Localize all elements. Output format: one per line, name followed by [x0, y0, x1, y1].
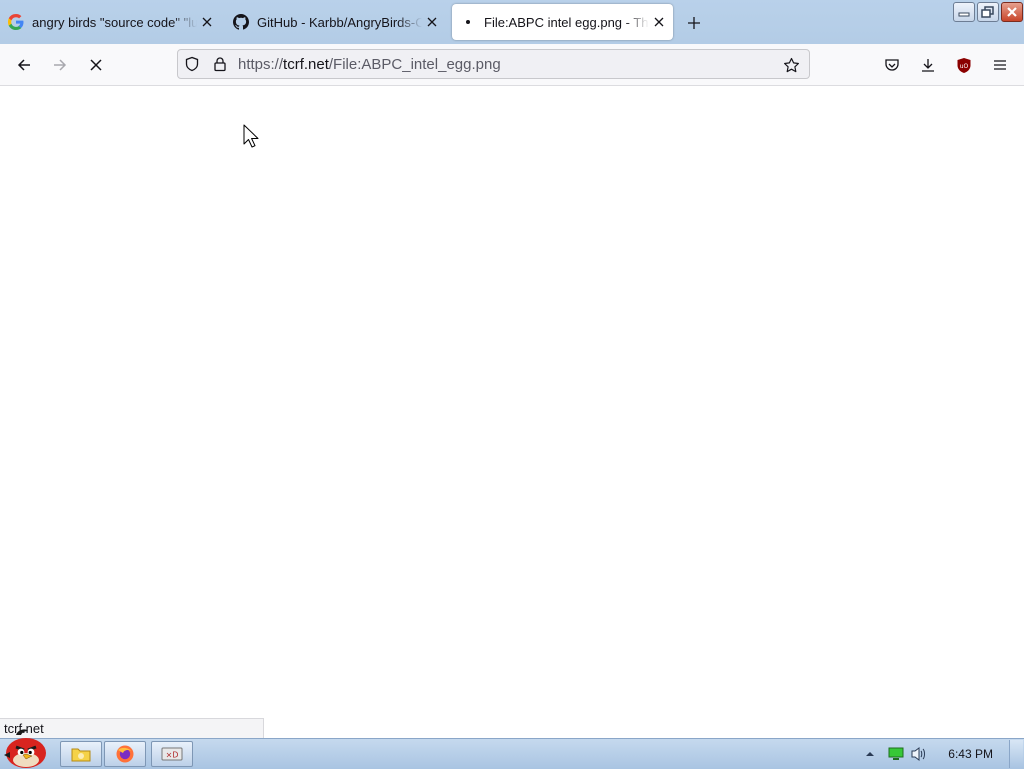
show-hidden-icons-icon[interactable]: [864, 749, 876, 759]
navigation-toolbar: https://tcrf.net/File:ABPC_intel_egg.png…: [0, 44, 1024, 86]
ublock-origin-icon: uO: [957, 57, 971, 73]
show-desktop-button[interactable]: [1009, 740, 1023, 768]
taskbar-explorer-button[interactable]: [60, 741, 102, 767]
plus-icon: [688, 17, 700, 29]
close-window-button[interactable]: [1001, 2, 1023, 22]
firefox-icon: [116, 745, 134, 763]
hamburger-menu-icon: [994, 60, 1006, 70]
forward-arrow-icon: [54, 59, 67, 71]
application-icon: ×D: [161, 747, 183, 761]
download-icon: [922, 59, 934, 72]
minimize-icon: [958, 12, 970, 17]
network-icon[interactable]: [888, 747, 904, 761]
url-path: /File:ABPC_intel_egg.png: [328, 55, 501, 73]
tab-title: GitHub - Karbb/AngryBirds-C: [257, 14, 422, 30]
url-host: tcrf.net: [283, 55, 329, 73]
folder-icon: [71, 748, 91, 762]
minimize-button[interactable]: [953, 2, 975, 22]
volume-icon[interactable]: [910, 746, 928, 762]
mouse-pointer-icon: [243, 124, 259, 148]
url-scheme: https://: [238, 55, 284, 73]
close-icon: [1007, 7, 1017, 17]
window-controls: [953, 2, 1023, 22]
back-arrow-icon: [17, 59, 30, 71]
system-tray: 6:43 PM: [864, 739, 1024, 769]
taskbar-firefox-button[interactable]: [104, 741, 146, 767]
stop-x-icon: [90, 59, 102, 71]
start-button[interactable]: [2, 727, 52, 769]
close-icon[interactable]: [649, 12, 669, 32]
ublock-button[interactable]: uO: [950, 52, 978, 78]
address-bar[interactable]: https://tcrf.net/File:ABPC_intel_egg.png: [177, 49, 810, 79]
forward-button[interactable]: [46, 52, 74, 78]
shield-icon[interactable]: [178, 50, 206, 78]
page-content-area: [0, 86, 1024, 737]
tab-github[interactable]: GitHub - Karbb/AngryBirds-C: [225, 4, 446, 40]
restore-button[interactable]: [977, 2, 999, 22]
pocket-button[interactable]: [878, 52, 906, 78]
svg-text:×D: ×D: [166, 751, 179, 760]
downloads-button[interactable]: [914, 52, 942, 78]
tab-strip: angry birds "source code" "lu GitHub - K…: [0, 0, 1024, 44]
url-text[interactable]: https://tcrf.net/File:ABPC_intel_egg.png: [238, 56, 501, 73]
close-icon[interactable]: [197, 12, 217, 32]
restore-icon: [981, 6, 994, 18]
taskbar-clock[interactable]: 6:43 PM: [948, 747, 993, 761]
pocket-icon: [885, 59, 899, 71]
new-tab-button[interactable]: [683, 12, 705, 34]
github-icon: [233, 14, 249, 30]
tab-google-search[interactable]: angry birds "source code" "lu: [0, 4, 221, 40]
close-icon[interactable]: [422, 12, 442, 32]
loading-dot-icon: [460, 14, 476, 30]
tab-title: File:ABPC intel egg.png - The: [484, 14, 649, 30]
google-g-icon: [8, 14, 24, 30]
svg-text:uO: uO: [960, 63, 969, 70]
taskbar-app-button[interactable]: ×D: [151, 741, 193, 767]
lock-icon[interactable]: [206, 50, 234, 78]
bookmark-star-icon[interactable]: [777, 51, 805, 79]
stop-loading-button[interactable]: [82, 52, 110, 78]
tab-active-tcrf[interactable]: File:ABPC intel egg.png - The: [452, 4, 673, 40]
red-angry-bird-start-icon: [4, 729, 46, 768]
taskbar: ×D 6:43 PM: [0, 729, 1024, 769]
menu-button[interactable]: [986, 52, 1014, 78]
tab-title: angry birds "source code" "lu: [32, 14, 197, 30]
back-button[interactable]: [10, 52, 38, 78]
